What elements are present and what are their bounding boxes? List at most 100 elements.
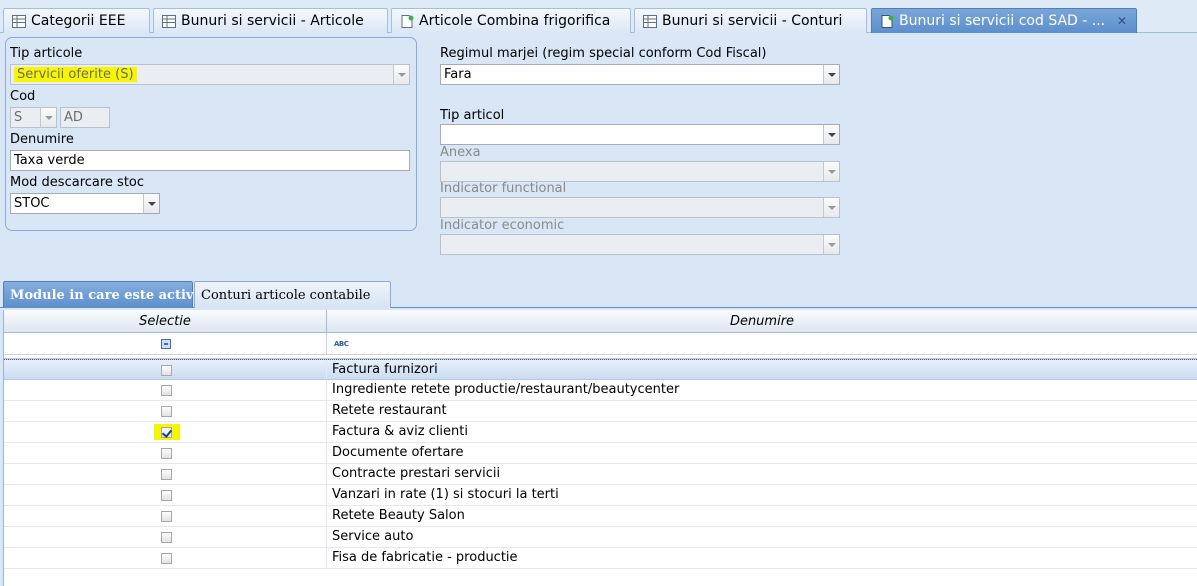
cod-suffix-value: AD [64,110,83,125]
denumire-cell: Vanzari in rate (1) si stocuri la terti [332,487,559,502]
row-checkbox[interactable] [161,427,172,438]
denumire-cell: Documente ofertare [332,445,464,460]
close-icon[interactable]: ✕ [1114,13,1130,29]
row-checkbox[interactable] [161,553,172,564]
column-header-selectie[interactable]: Selectie [4,310,327,332]
denumire-cell: Contracte prestari servicii [332,466,501,481]
cod-prefix-select[interactable]: S [10,107,57,128]
row-checkbox[interactable] [161,385,172,396]
selectie-cell[interactable] [4,360,327,379]
selectie-cell[interactable] [4,443,327,463]
table-row[interactable]: Retete restaurant [4,401,1197,422]
table-row[interactable]: Contracte prestari servicii [4,464,1197,485]
denumire-value: Taxa verde [14,153,85,168]
tab-label: Articole Combina frigorifica [419,13,611,29]
table-row[interactable]: Retete Beauty Salon [4,506,1197,527]
tab-bunuri-cod-sad[interactable]: Bunuri si servicii cod SAD - ... ✕ [871,8,1137,33]
tip-articol-select[interactable] [440,124,840,145]
table-row[interactable]: Vanzari in rate (1) si stocuri la terti [4,485,1197,506]
row-checkbox[interactable] [161,532,172,543]
row-checkbox[interactable] [161,365,172,376]
cod-suffix-field[interactable]: AD [60,107,110,128]
anexa-label: Anexa [440,145,481,160]
row-checkbox[interactable] [161,406,172,417]
row-checkbox[interactable] [161,490,172,501]
cod-label: Cod [10,89,36,104]
denumire-cell: Retete Beauty Salon [332,508,465,523]
chevron-down-icon[interactable] [823,125,839,144]
row-checkbox[interactable] [161,448,172,459]
filter-cell-selectie[interactable] [4,333,327,354]
mod-descarcare-select[interactable]: STOC [10,193,160,214]
tab-articole-combina[interactable]: Articole Combina frigorifica [391,8,631,33]
table-row[interactable]: Fisa de fabricatie - productie [4,548,1197,569]
chevron-down-icon[interactable] [823,162,839,181]
tip-articol-label: Tip articol [440,108,505,123]
tip-articole-value: Servicii oferite (S) [14,67,137,82]
selectie-cell[interactable] [4,485,327,505]
table-row[interactable]: Documente ofertare [4,443,1197,464]
selectie-cell[interactable] [4,464,327,484]
row-checkbox[interactable] [161,511,172,522]
selectie-cell[interactable] [4,548,327,568]
table-row[interactable]: Factura furnizori [4,359,1197,380]
selectie-cell[interactable] [4,401,327,421]
regimul-marjei-label: Regimul marjei (regim special conform Co… [440,46,767,61]
tab-label: Bunuri si servicii - Articole [181,13,364,29]
tab-module-activ[interactable]: Module in care este activ [3,281,193,308]
filter-row: ABC [4,333,1197,355]
text-filter-icon[interactable]: ABC [334,340,349,349]
tab-label: Categorii EEE [31,13,126,29]
table-row[interactable]: Factura & aviz clienti [4,422,1197,443]
tab-bunuri-conturi[interactable]: Bunuri si servicii - Conturi [634,8,867,33]
document-tab-strip: Categorii EEE Bunuri si servicii - Artic… [0,0,1197,33]
chevron-down-icon[interactable] [823,198,839,217]
selectie-cell[interactable] [4,380,327,400]
selectie-cell[interactable] [4,506,327,526]
regimul-marjei-value: Fara [444,67,472,82]
document-edit-icon [881,14,894,28]
tab-label: Bunuri si servicii cod SAD - ... [899,13,1106,29]
chevron-down-icon[interactable] [143,194,159,213]
mod-descarcare-value: STOC [14,196,50,211]
grid-tab-strip: Module in care este activ Conturi artico… [0,280,1197,308]
chevron-down-icon[interactable] [823,235,839,254]
anexa-select[interactable] [440,161,840,182]
denumire-cell: Ingrediente retete productie/restaurant/… [332,382,680,397]
selectie-cell[interactable] [4,527,327,547]
row-checkbox[interactable] [161,469,172,480]
module-grid: Selectie Denumire ABC Factura furnizori I… [3,310,1197,586]
tab-bunuri-articole[interactable]: Bunuri si servicii - Articole [153,8,388,33]
selectie-cell[interactable] [4,422,327,442]
grid-table-icon [12,14,26,28]
tip-articole-label: Tip articole [10,46,83,61]
indicator-functional-select[interactable] [440,197,840,218]
chevron-down-icon[interactable] [823,65,839,84]
tab-label: Conturi articole contabile [201,287,371,303]
tab-label: Module in care este activ [10,287,194,303]
denumire-label: Denumire [10,132,74,147]
document-edit-icon [401,14,414,28]
tab-conturi-articole[interactable]: Conturi articole contabile [194,281,391,308]
cod-prefix-value: S [14,110,23,125]
chevron-down-icon[interactable] [40,108,56,127]
chevron-down-icon[interactable] [393,65,409,84]
grid-header: Selectie Denumire [4,310,1197,333]
filter-checkbox-icon[interactable] [161,339,171,349]
table-row[interactable]: Ingrediente retete productie/restaurant/… [4,380,1197,401]
denumire-cell: Service auto [332,529,414,544]
denumire-cell: Retete restaurant [332,403,447,418]
regimul-marjei-select[interactable]: Fara [440,64,840,85]
indicator-functional-label: Indicator functional [440,181,567,196]
tab-categorii-eee[interactable]: Categorii EEE [3,8,150,33]
grid-table-icon [162,14,176,28]
indicator-economic-label: Indicator economic [440,218,565,233]
denumire-field[interactable]: Taxa verde [10,150,410,171]
denumire-cell: Factura furnizori [332,362,438,377]
denumire-cell: Factura & aviz clienti [332,424,468,439]
table-row[interactable]: Service auto [4,527,1197,548]
indicator-economic-select[interactable] [440,234,840,255]
grid-table-icon [643,14,657,28]
tip-articole-select[interactable]: Servicii oferite (S) [10,64,410,85]
column-header-denumire[interactable]: Denumire [327,310,1197,332]
